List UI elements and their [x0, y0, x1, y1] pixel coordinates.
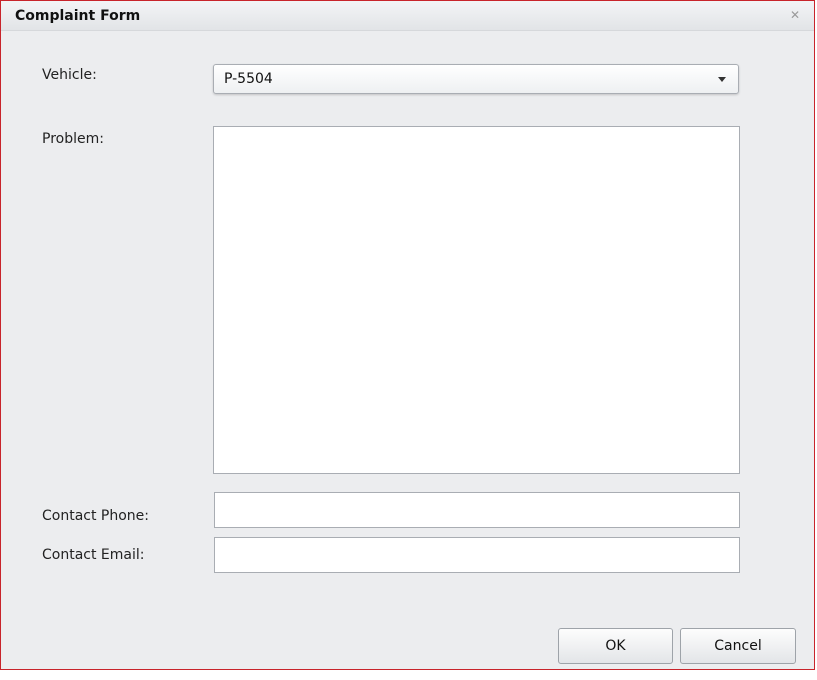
- chevron-down-icon[interactable]: [718, 77, 726, 82]
- problem-label: Problem:: [42, 131, 104, 147]
- contact-phone-input[interactable]: [214, 492, 740, 528]
- dialog-title: Complaint Form: [15, 8, 141, 24]
- title-bar[interactable]: Complaint Form ✕: [1, 1, 814, 31]
- vehicle-select-value: P-5504: [224, 71, 273, 87]
- contact-email-label: Contact Email:: [42, 547, 145, 563]
- contact-email-input[interactable]: [214, 537, 740, 573]
- close-icon[interactable]: ✕: [786, 6, 804, 24]
- ok-button[interactable]: OK: [558, 628, 673, 664]
- vehicle-select[interactable]: P-5504: [213, 64, 739, 94]
- vehicle-label: Vehicle:: [42, 67, 97, 83]
- problem-textarea[interactable]: [213, 126, 740, 474]
- complaint-form-dialog: Complaint Form ✕ Vehicle: P-5504 Problem…: [0, 0, 815, 670]
- cancel-button[interactable]: Cancel: [680, 628, 796, 664]
- contact-phone-label: Contact Phone:: [42, 508, 150, 524]
